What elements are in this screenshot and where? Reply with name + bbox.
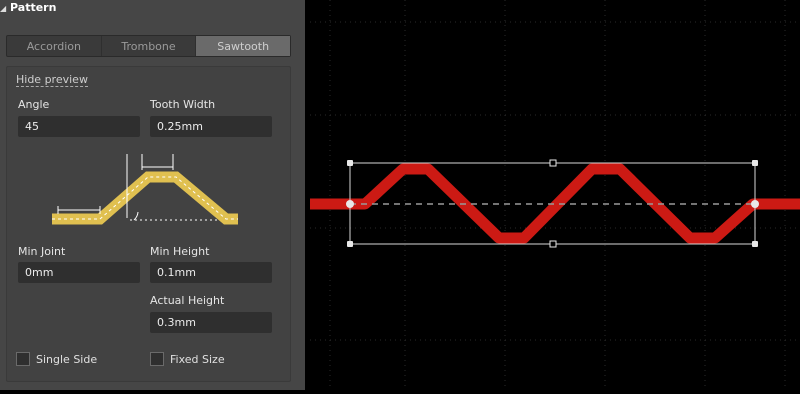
angle-label: Angle [18,98,50,111]
segment-sawtooth[interactable]: Sawtooth [196,36,291,56]
handle-bottom-mid[interactable] [549,240,557,248]
angle-input[interactable]: 45 [18,116,140,137]
pattern-type-selector: Accordion Trombone Sawtooth [6,35,291,57]
pattern-title: Pattern [10,1,57,14]
handle-right-end[interactable] [751,200,759,208]
fixed-size-label: Fixed Size [170,352,225,366]
min-joint-label: Min Joint [18,245,66,258]
handle-bottom-right[interactable] [752,241,758,247]
collapse-triangle-icon[interactable]: ◢ [0,4,6,13]
tooth-width-label: Tooth Width [150,98,216,111]
single-side-label: Single Side [36,352,98,366]
pcb-canvas-svg [310,0,800,390]
min-height-label: Min Height [150,245,210,258]
segment-trombone[interactable]: Trombone [102,36,197,56]
handle-top-left[interactable] [347,160,353,166]
min-height-input[interactable]: 0.1mm [150,262,272,283]
min-joint-input[interactable]: 0mm [18,262,140,283]
actual-height-label: Actual Height [150,294,225,307]
single-side-checkbox-box[interactable] [16,352,30,366]
pattern-section-header[interactable]: ◢ Pattern [0,0,305,18]
sawtooth-preview-diagram [52,154,238,225]
single-side-checkbox[interactable]: Single Side [16,352,97,366]
hide-preview-link[interactable]: Hide preview [16,73,88,87]
actual-height-input[interactable]: 0.3mm [150,312,272,333]
pcb-canvas[interactable] [310,0,800,390]
handle-top-right[interactable] [752,160,758,166]
handle-left-end[interactable] [346,200,354,208]
fixed-size-checkbox[interactable]: Fixed Size [150,352,225,366]
grid-lines [310,0,800,390]
properties-panel: ◢ Pattern Accordion Trombone Sawtooth Hi… [0,0,305,390]
handle-top-mid[interactable] [549,159,557,167]
fixed-size-checkbox-box[interactable] [150,352,164,366]
tooth-width-input[interactable]: 0.25mm [150,116,272,137]
handle-bottom-left[interactable] [347,241,353,247]
segment-accordion[interactable]: Accordion [7,36,102,56]
